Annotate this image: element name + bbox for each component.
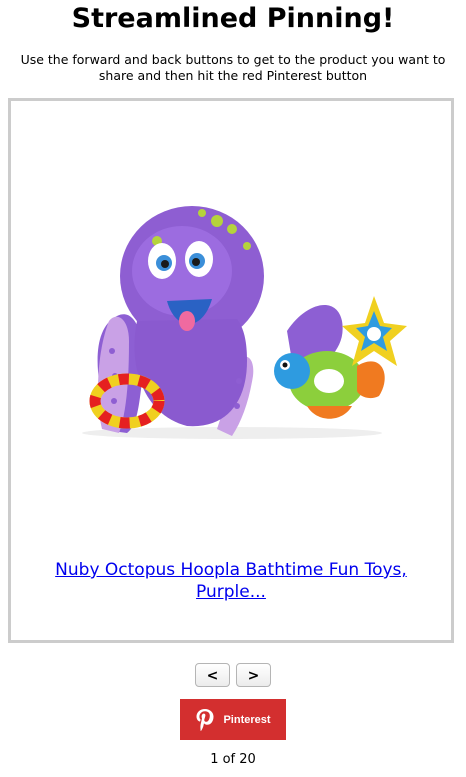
pinterest-logo-icon — [196, 708, 214, 731]
pagination-counter: 1 of 20 — [210, 752, 256, 767]
product-navigation: < > — [0, 663, 466, 687]
pinterest-label: Pinterest — [223, 713, 271, 726]
instructions-text: Use the forward and back buttons to get … — [20, 52, 446, 83]
page-title: Streamlined Pinning! — [71, 3, 395, 34]
forward-button[interactable]: > — [236, 663, 271, 687]
product-image[interactable] — [57, 201, 407, 441]
back-button[interactable]: < — [195, 663, 230, 687]
product-card: Nuby Octopus Hoopla Bathtime Fun Toys, P… — [8, 98, 454, 643]
product-name-link[interactable]: Nuby Octopus Hoopla Bathtime Fun Toys, P… — [21, 559, 441, 603]
pinterest-button[interactable]: Pinterest — [180, 699, 286, 740]
